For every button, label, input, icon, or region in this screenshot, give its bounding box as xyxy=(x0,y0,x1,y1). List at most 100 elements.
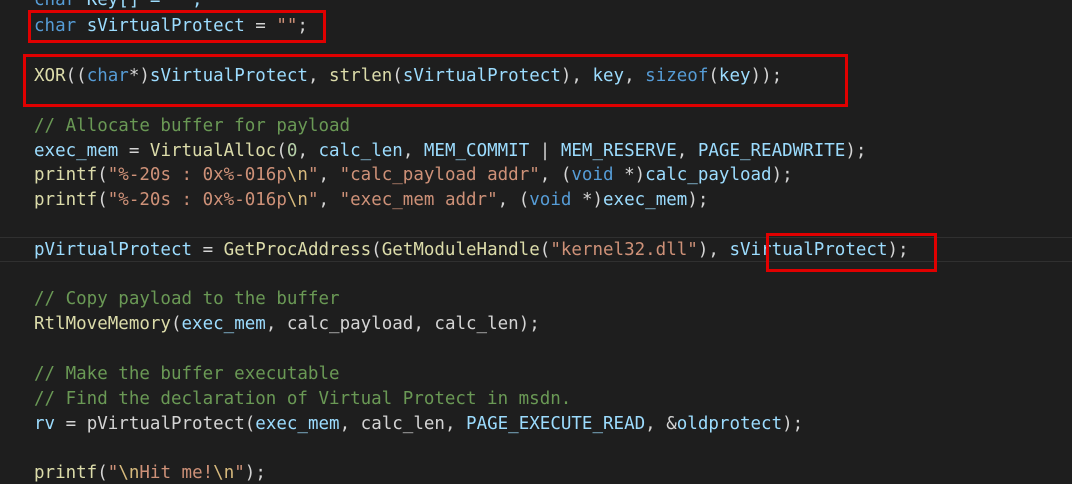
punctuation: ( xyxy=(276,141,287,161)
macro-constant: PAGE_EXECUTE_READ xyxy=(466,414,646,434)
punctuation: , ( xyxy=(497,190,530,210)
code-line-comment[interactable]: // Make the buffer executable xyxy=(34,362,340,386)
identifier: sVirtualProtect xyxy=(149,66,308,86)
string-literal: "exec_mem addr" xyxy=(339,190,498,210)
punctuation: ), xyxy=(697,240,730,260)
identifier: exec_mem xyxy=(603,190,688,210)
code-line-xor-call[interactable]: XOR((char*)sVirtualProtect, strlen(sVirt… xyxy=(34,64,782,88)
operator: | xyxy=(529,141,561,161)
punctuation: , xyxy=(265,314,287,334)
punctuation: ( xyxy=(371,240,382,260)
identifier: calc_len xyxy=(434,314,519,334)
function-name: XOR xyxy=(34,66,66,86)
comment: // Make the buffer executable xyxy=(34,364,340,384)
code-line-printf-exec-mem[interactable]: printf("%-20s : 0x%-016p\n", "exec_mem a… xyxy=(34,188,708,212)
punctuation: *) xyxy=(613,165,646,185)
identifier: sVirtualProtect xyxy=(402,66,561,86)
punctuation: *) xyxy=(128,66,150,86)
code-line-key-declaration[interactable]: char Key[] = ""; xyxy=(34,0,203,12)
keyword: void xyxy=(571,165,614,185)
function-name: pVirtualProtect xyxy=(86,414,245,434)
string-literal: " xyxy=(307,190,319,210)
punctuation: , ( xyxy=(539,165,572,185)
keyword: char xyxy=(34,0,77,10)
operator: = xyxy=(118,141,150,161)
punctuation: , xyxy=(339,414,361,434)
identifier: calc_payload xyxy=(645,165,772,185)
punctuation: ( xyxy=(708,66,719,86)
escape-sequence: \n xyxy=(213,463,235,483)
punctuation: *) xyxy=(571,190,604,210)
comment: // Copy payload to the buffer xyxy=(34,289,340,309)
punctuation: (( xyxy=(65,66,87,86)
punctuation: ( xyxy=(97,463,108,483)
string-literal: "calc_payload addr" xyxy=(339,165,540,185)
identifier: calc_payload xyxy=(286,314,414,334)
punctuation: , xyxy=(624,66,646,86)
identifier: sVirtualProtect xyxy=(729,240,888,260)
identifier: key xyxy=(718,66,751,86)
punctuation: , xyxy=(307,66,330,86)
punctuation: ( xyxy=(392,66,403,86)
identifier: key xyxy=(592,66,625,86)
code-line-svirtualprotect-declaration[interactable]: char sVirtualProtect = ""; xyxy=(34,14,308,38)
operator: = xyxy=(55,414,87,434)
keyword: char xyxy=(34,16,77,36)
code-editor[interactable]: char Key[] = ""; char sVirtualProtect = … xyxy=(0,0,1072,484)
punctuation: , & xyxy=(645,414,677,434)
escape-sequence: \n xyxy=(286,190,308,210)
comment: // Find the declaration of Virtual Prote… xyxy=(34,389,572,409)
punctuation: ( xyxy=(97,165,108,185)
identifier: exec_mem xyxy=(34,141,119,161)
string-literal: " xyxy=(234,463,245,483)
punctuation: ); xyxy=(771,165,793,185)
punctuation: ); xyxy=(687,190,709,210)
identifier: Key[] = ""; xyxy=(76,0,203,10)
string-literal: "%-20s : 0x%-016p xyxy=(107,190,287,210)
identifier: rv xyxy=(34,414,56,434)
punctuation: , xyxy=(318,165,340,185)
escape-sequence: \n xyxy=(118,463,140,483)
function-name: RtlMoveMemory xyxy=(34,314,171,334)
identifier: calc_len xyxy=(318,141,403,161)
identifier: calc_len xyxy=(360,414,445,434)
code-line-virtualalloc[interactable]: exec_mem = VirtualAlloc(0, calc_len, MEM… xyxy=(34,139,866,163)
punctuation: , xyxy=(318,190,340,210)
function-name: printf xyxy=(34,463,98,483)
identifier: oldprotect xyxy=(676,414,783,434)
function-name: GetProcAddress xyxy=(223,240,372,260)
punctuation: , xyxy=(413,314,435,334)
punctuation: ); xyxy=(244,463,266,483)
code-line-getprocaddress[interactable]: pVirtualProtect = GetProcAddress(GetModu… xyxy=(34,238,909,262)
identifier: exec_mem xyxy=(181,314,266,334)
punctuation: ), xyxy=(560,66,593,86)
punctuation: ( xyxy=(97,190,108,210)
operator: = xyxy=(192,240,224,260)
string-literal: Hit me! xyxy=(139,463,214,483)
escape-sequence: \n xyxy=(286,165,308,185)
code-line-printf-hit-me[interactable]: printf("\nHit me!\n"); xyxy=(34,461,266,484)
macro-constant: PAGE_READWRITE xyxy=(697,141,846,161)
code-line-pvirtualprotect-call[interactable]: rv = pVirtualProtect(exec_mem, calc_len,… xyxy=(34,412,803,436)
code-line-printf-calc-payload[interactable]: printf("%-20s : 0x%-016p\n", "calc_paylo… xyxy=(34,163,793,187)
punctuation: , xyxy=(297,141,319,161)
function-name: strlen xyxy=(329,66,393,86)
keyword: void xyxy=(529,190,572,210)
punctuation: )); xyxy=(750,66,783,86)
string-literal: "kernel32.dll" xyxy=(550,240,698,260)
code-line-rtlmovememory[interactable]: RtlMoveMemory(exec_mem, calc_payload, ca… xyxy=(34,312,540,336)
code-line-comment[interactable]: // Allocate buffer for payload xyxy=(34,114,350,138)
function-name: printf xyxy=(34,190,98,210)
string-literal: " xyxy=(307,165,319,185)
keyword: char xyxy=(86,66,129,86)
identifier: exec_mem xyxy=(255,414,340,434)
string-literal: "%-20s : 0x%-016p xyxy=(107,165,287,185)
punctuation: ( xyxy=(170,314,182,334)
punctuation: ); xyxy=(887,240,909,260)
punctuation: , xyxy=(676,141,698,161)
code-line-comment[interactable]: // Find the declaration of Virtual Prote… xyxy=(34,387,571,411)
keyword: sizeof xyxy=(645,66,709,86)
identifier: pVirtualProtect xyxy=(34,240,193,260)
string-literal: " xyxy=(107,463,119,483)
code-line-comment[interactable]: // Copy payload to the buffer xyxy=(34,287,340,311)
